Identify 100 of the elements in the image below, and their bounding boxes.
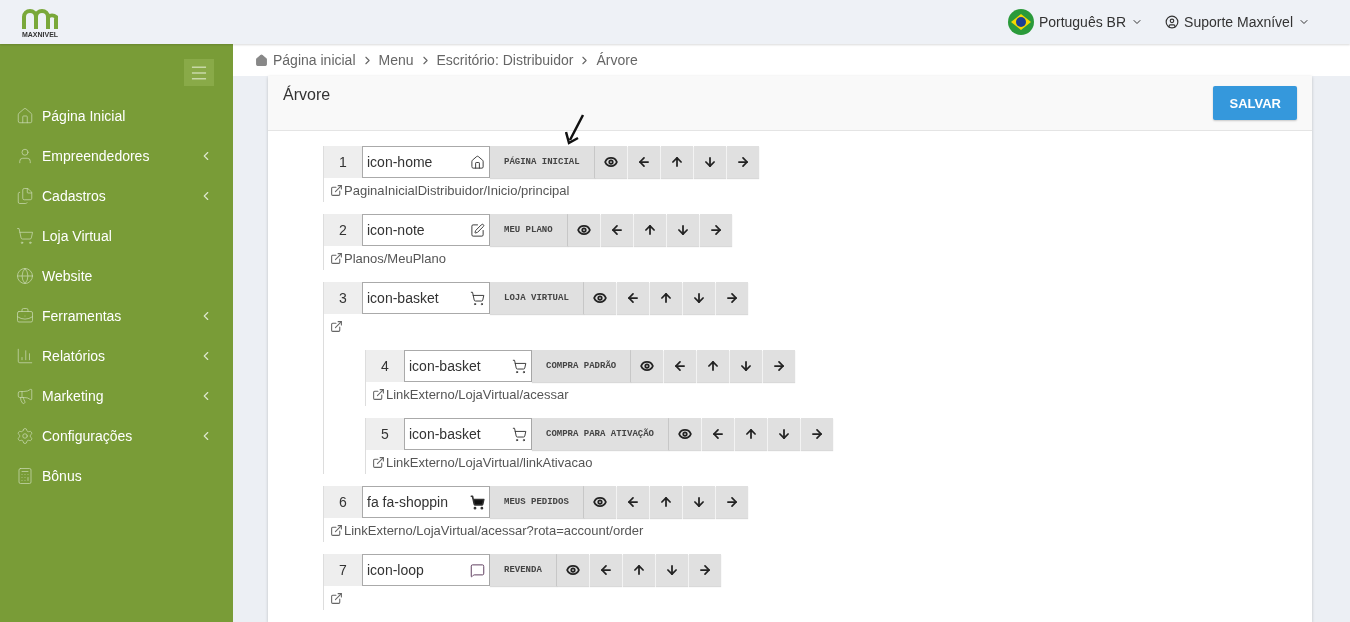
move-left-button[interactable] bbox=[702, 418, 735, 450]
cart-icon bbox=[16, 227, 34, 245]
arrow-left-icon bbox=[609, 223, 624, 237]
move-left-button[interactable] bbox=[627, 146, 660, 178]
move-right-button[interactable] bbox=[699, 214, 732, 246]
move-left-button[interactable] bbox=[664, 350, 697, 382]
icon-input-field[interactable]: icon-home bbox=[362, 146, 490, 178]
view-button[interactable] bbox=[583, 486, 616, 518]
move-up-button[interactable] bbox=[660, 146, 693, 178]
megaphone-icon bbox=[16, 387, 34, 405]
sidebar-label: Configurações bbox=[42, 428, 134, 444]
menu-label-button[interactable]: MEU PLANO bbox=[490, 214, 568, 246]
menu-label-button[interactable]: PÁGINA INICIAL bbox=[490, 146, 595, 178]
link-path[interactable]: Planos/MeuPlano bbox=[344, 250, 446, 266]
move-down-button[interactable] bbox=[666, 214, 699, 246]
user-icon bbox=[1165, 15, 1180, 29]
move-right-button[interactable] bbox=[801, 418, 834, 450]
move-right-button[interactable] bbox=[715, 486, 748, 518]
move-down-button[interactable] bbox=[655, 554, 688, 586]
breadcrumb-item[interactable]: Página inicial bbox=[273, 52, 356, 68]
move-left-button[interactable] bbox=[589, 554, 622, 586]
card-title: Árvore bbox=[283, 86, 331, 104]
view-button[interactable] bbox=[567, 214, 600, 246]
arrow-right-icon bbox=[724, 291, 739, 305]
language-label: Português BR bbox=[1038, 14, 1127, 30]
eye-icon bbox=[576, 223, 591, 237]
link-path[interactable]: LinkExterno/LojaVirtual/acessar?rota=account/order bbox=[344, 522, 644, 538]
move-left-button[interactable] bbox=[616, 486, 649, 518]
view-button[interactable] bbox=[583, 282, 616, 314]
menu-toggle-button[interactable] bbox=[184, 59, 214, 86]
move-left-button[interactable] bbox=[616, 282, 649, 314]
link-path[interactable]: LinkExterno/LojaVirtual/linkAtivacao bbox=[386, 454, 593, 470]
item-number: 2 bbox=[324, 214, 362, 246]
sidebar-label: Empreendedores bbox=[42, 148, 151, 164]
house-icon bbox=[255, 53, 268, 67]
flag-icon bbox=[1007, 9, 1034, 35]
move-up-button[interactable] bbox=[633, 214, 666, 246]
move-right-button[interactable] bbox=[763, 350, 796, 382]
move-left-button[interactable] bbox=[600, 214, 633, 246]
move-up-button[interactable] bbox=[649, 486, 682, 518]
external-link-icon bbox=[372, 387, 385, 401]
arrow-down-icon bbox=[777, 427, 792, 441]
eye-icon bbox=[603, 155, 618, 169]
calculator-icon bbox=[16, 467, 34, 485]
bar-chart-icon bbox=[16, 347, 34, 365]
move-down-button[interactable] bbox=[682, 486, 715, 518]
cart-icon bbox=[470, 290, 485, 306]
arrow-left-icon bbox=[625, 291, 640, 305]
arrow-down-icon bbox=[739, 359, 754, 373]
view-button[interactable] bbox=[556, 554, 589, 586]
move-right-button[interactable] bbox=[715, 282, 748, 314]
view-button[interactable] bbox=[669, 418, 702, 450]
user-menu[interactable]: Suporte Maxnível bbox=[1165, 14, 1310, 30]
arrow-right-icon bbox=[724, 495, 739, 509]
menu-label-button[interactable]: LOJA VIRTUAL bbox=[490, 282, 584, 314]
arrow-right-icon bbox=[772, 359, 787, 373]
move-up-button[interactable] bbox=[697, 350, 730, 382]
arrow-left-icon bbox=[625, 495, 640, 509]
link-path[interactable]: LinkExterno/LojaVirtual/acessar bbox=[386, 386, 569, 402]
sidebar-label: Marketing bbox=[42, 388, 105, 404]
move-down-button[interactable] bbox=[682, 282, 715, 314]
settings-icon bbox=[16, 427, 34, 445]
breadcrumb-item: Árvore bbox=[596, 52, 638, 68]
icon-input-field[interactable]: fa fa-shoppin bbox=[362, 486, 490, 518]
breadcrumb-item[interactable]: Menu bbox=[378, 52, 414, 68]
external-link-icon bbox=[330, 523, 343, 537]
view-button[interactable] bbox=[631, 350, 664, 382]
link-path[interactable]: PaginaInicialDistribuidor/Inicio/principal bbox=[344, 182, 570, 198]
arrow-right-icon bbox=[735, 155, 750, 169]
move-down-button[interactable] bbox=[768, 418, 801, 450]
view-button[interactable] bbox=[594, 146, 627, 178]
sidebar-label: Ferramentas bbox=[42, 308, 123, 324]
move-right-button[interactable] bbox=[726, 146, 759, 178]
icon-input-field[interactable]: icon-note bbox=[362, 214, 490, 246]
arrow-right-icon bbox=[697, 563, 712, 577]
language-menu[interactable]: Português BR bbox=[1007, 9, 1144, 35]
icon-input-field[interactable]: icon-basket bbox=[404, 418, 532, 450]
icon-input-field[interactable]: icon-loop bbox=[362, 554, 490, 586]
icon-input-field[interactable]: icon-basket bbox=[404, 350, 532, 382]
move-up-button[interactable] bbox=[622, 554, 655, 586]
menu-label-button[interactable]: COMPRA PADRÃO bbox=[532, 350, 632, 382]
sidebar-label: Cadastros bbox=[42, 188, 107, 204]
move-right-button[interactable] bbox=[688, 554, 721, 586]
move-up-button[interactable] bbox=[649, 282, 682, 314]
item-number: 7 bbox=[324, 554, 362, 586]
eye-icon bbox=[640, 359, 655, 373]
move-up-button[interactable] bbox=[735, 418, 768, 450]
cart-icon bbox=[512, 426, 527, 442]
menu-label-button[interactable]: COMPRA PARA ATIVAÇÃO bbox=[532, 418, 670, 450]
menu-label-button[interactable]: REVENDA bbox=[490, 554, 557, 586]
arrow-right-icon bbox=[708, 223, 723, 237]
move-down-button[interactable] bbox=[693, 146, 726, 178]
move-down-button[interactable] bbox=[730, 350, 763, 382]
eye-icon bbox=[592, 495, 607, 509]
breadcrumb-item[interactable]: Escritório: Distribuidor bbox=[436, 52, 574, 68]
eye-icon bbox=[678, 427, 693, 441]
external-link-icon bbox=[330, 591, 343, 605]
icon-input-field[interactable]: icon-basket bbox=[362, 282, 490, 314]
user-name: Suporte Maxnível bbox=[1184, 14, 1293, 30]
menu-label-button[interactable]: MEUS PEDIDOS bbox=[490, 486, 584, 518]
